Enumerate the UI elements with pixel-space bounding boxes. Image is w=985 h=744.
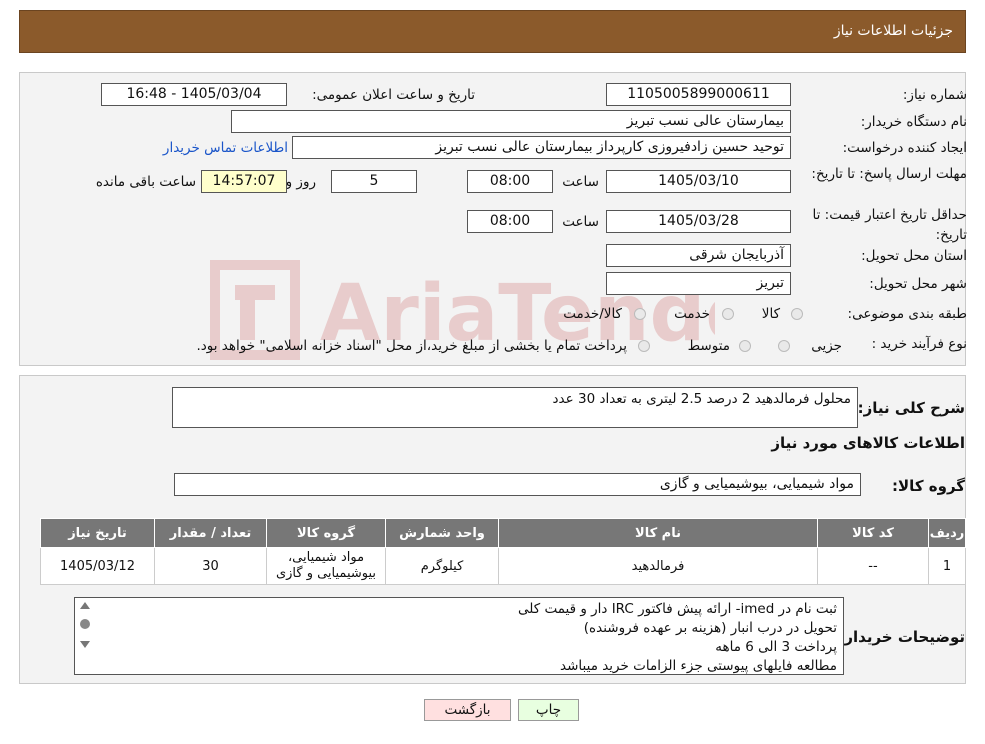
page-header: جزئیات اطلاعات نیاز <box>19 10 966 53</box>
notes-line: تحویل در درب انبار (هزینه بر عهده فروشند… <box>583 620 837 636</box>
buyer-label: نام دستگاه خریدار: <box>860 114 967 130</box>
group-label: گروه کالا: <box>892 477 965 495</box>
creator-label: ایجاد کننده درخواست: <box>842 140 967 156</box>
process-medium-radio[interactable] <box>739 340 751 352</box>
process-partial-radio[interactable] <box>778 340 790 352</box>
process-label: نوع فرآیند خرید : <box>871 336 967 352</box>
notes-line: مطالعه فایلهای پیوستی جزء الزامات خرید م… <box>560 658 837 674</box>
validity-date-field: 1405/03/28 <box>606 210 791 233</box>
notes-textarea[interactable]: ثبت نام در imed- ارائه پیش فاکتور IRC دا… <box>74 597 844 675</box>
cell-code: -- <box>817 547 929 585</box>
items-table-header: ردیف کد کالا نام کالا واحد شمارش گروه کا… <box>40 518 966 548</box>
need-number-field: 1105005899000611 <box>606 83 791 106</box>
days-field: 5 <box>331 170 417 193</box>
contact-buyer-link[interactable]: اطلاعات تماس خریدار <box>163 140 288 156</box>
process-medium-label: متوسط <box>687 338 730 354</box>
cell-qty: 30 <box>154 547 267 585</box>
col-group: گروه کالا <box>266 518 386 548</box>
remaining-label: ساعت باقی مانده <box>95 174 196 190</box>
validity-label: حداقل تاریخ اعتبار قیمت: تا تاریخ: <box>812 207 967 243</box>
category-goods-service-label: کالا/خدمت <box>563 306 622 322</box>
scroll-up-icon[interactable] <box>80 602 90 609</box>
table-row: 1 -- فرمالدهید کیلوگرم مواد شیمیایی، بیو… <box>40 547 966 585</box>
days-label: روز و <box>285 174 316 190</box>
print-button[interactable]: چاپ <box>518 699 579 721</box>
notes-scrollbar[interactable] <box>79 602 91 668</box>
process-partial-label: جزیی <box>811 338 842 354</box>
province-label: استان محل تحویل: <box>861 248 967 264</box>
cell-unit: کیلوگرم <box>385 547 499 585</box>
col-code: کد کالا <box>817 518 929 548</box>
summary-textarea[interactable]: محلول فرمالدهید 2 درصد 2.5 لیتری به تعدا… <box>172 387 858 428</box>
category-service-label: خدمت <box>674 306 710 322</box>
summary-label: شرح کلی نیاز: <box>857 399 965 417</box>
category-goods-radio[interactable] <box>791 308 803 320</box>
cell-group: مواد شیمیایی، بیوشیمیایی و گازی <box>266 547 386 585</box>
group-field: مواد شیمیایی، بیوشیمیایی و گازی <box>174 473 861 496</box>
col-row: ردیف <box>928 518 966 548</box>
notes-line: ثبت نام در imed- ارائه پیش فاکتور IRC دا… <box>518 601 837 617</box>
notes-line: پرداخت 3 الی 6 ماهه <box>715 639 837 655</box>
buyer-field: بیمارستان عالی نسب تبریز <box>231 110 791 133</box>
page-title: جزئیات اطلاعات نیاز <box>833 23 953 39</box>
scroll-down-icon[interactable] <box>80 641 90 648</box>
announce-field: 1405/03/04 - 16:48 <box>101 83 287 106</box>
category-label: طبقه بندی موضوعی: <box>847 306 967 322</box>
process-note: پرداخت تمام یا بخشی از مبلغ خرید،از محل … <box>196 338 627 354</box>
cell-date: 1405/03/12 <box>40 547 155 585</box>
category-service-radio[interactable] <box>722 308 734 320</box>
category-goods-label: کالا <box>761 306 780 322</box>
items-title: اطلاعات کالاهای مورد نیاز <box>771 434 965 452</box>
city-field: تبریز <box>606 272 791 295</box>
category-goods-service-radio[interactable] <box>634 308 646 320</box>
col-date: تاریخ نیاز <box>40 518 155 548</box>
items-table: ردیف کد کالا نام کالا واحد شمارش گروه کا… <box>40 518 966 585</box>
validity-time-field: 08:00 <box>467 210 553 233</box>
announce-label: تاریخ و ساعت اعلان عمومی: <box>312 87 475 103</box>
col-qty: تعداد / مقدار <box>154 518 267 548</box>
summary-text: محلول فرمالدهید 2 درصد 2.5 لیتری به تعدا… <box>552 391 851 407</box>
back-button[interactable]: بازگشت <box>424 699 511 721</box>
validity-time-label: ساعت <box>562 214 599 230</box>
deadline-time-field: 08:00 <box>467 170 553 193</box>
need-number-label: شماره نیاز: <box>902 87 967 103</box>
col-name: نام کالا <box>498 518 818 548</box>
creator-field: توحید حسین زادفیروزی کارپرداز بیمارستان … <box>292 136 791 159</box>
cell-name: فرمالدهید <box>498 547 818 585</box>
province-field: آذربایجان شرقی <box>606 244 791 267</box>
deadline-date-field: 1405/03/10 <box>606 170 791 193</box>
treasury-checkbox[interactable] <box>638 340 650 352</box>
col-unit: واحد شمارش <box>385 518 499 548</box>
cell-row: 1 <box>928 547 966 585</box>
remaining-time-field: 14:57:07 <box>201 170 287 193</box>
notes-label: توضیحات خریدار: <box>838 628 965 646</box>
scroll-thumb[interactable] <box>80 619 90 629</box>
deadline-label: مهلت ارسال پاسخ: تا تاریخ: <box>811 166 967 182</box>
deadline-time-label: ساعت <box>562 174 599 190</box>
city-label: شهر محل تحویل: <box>869 276 967 292</box>
